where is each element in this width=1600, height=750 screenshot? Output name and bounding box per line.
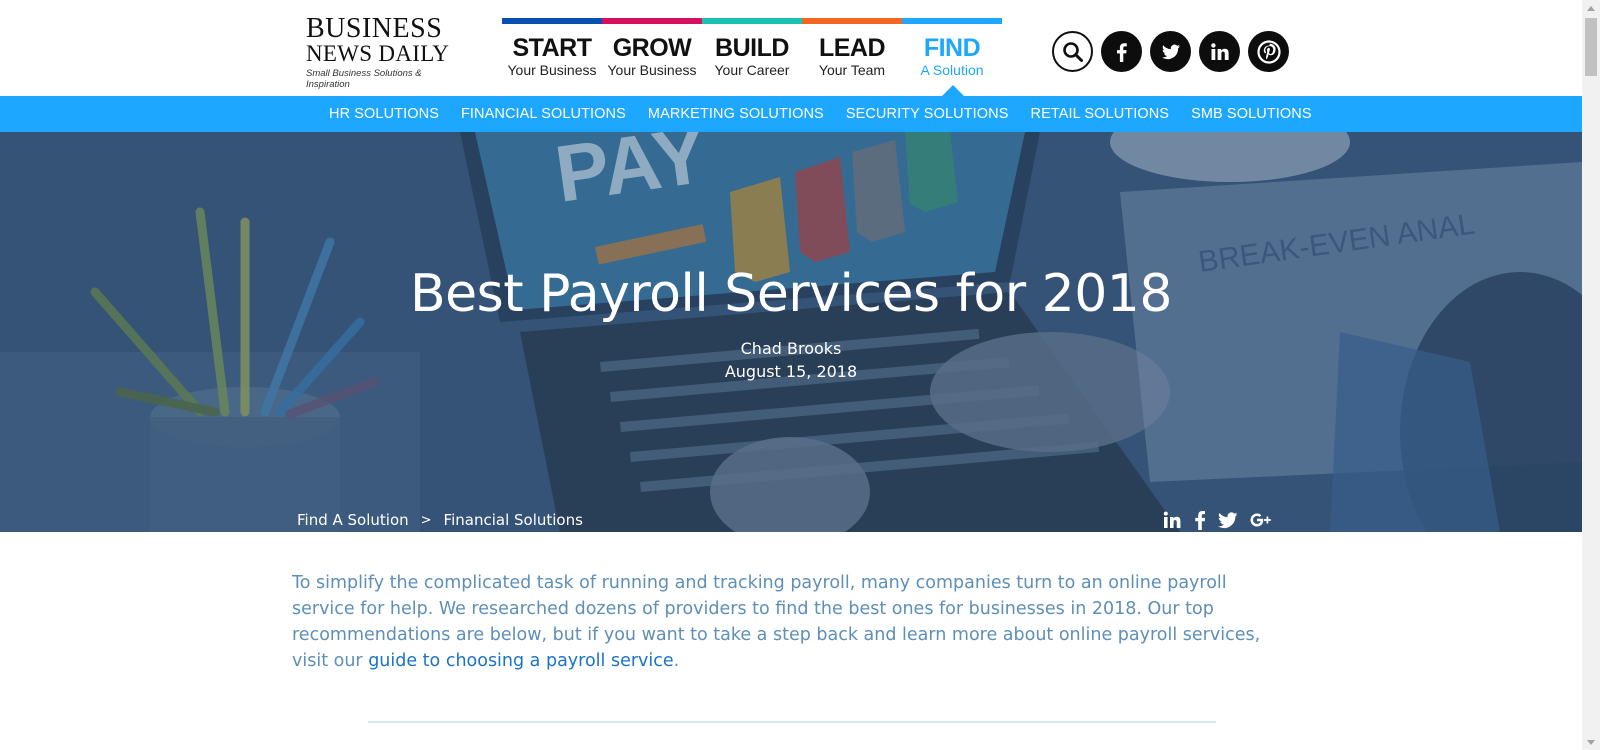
nav-tab-subtitle: A Solution — [920, 62, 984, 78]
twitter-icon — [1218, 512, 1238, 529]
nav-tab-lead[interactable]: LEAD Your Team — [802, 18, 902, 80]
payroll-guide-link[interactable]: guide to choosing a payroll service — [368, 651, 673, 671]
article-author[interactable]: Chad Brooks — [0, 339, 1582, 358]
nav-tab-title: BUILD — [715, 34, 789, 62]
breadcrumb-financial-solutions[interactable]: Financial Solutions — [444, 511, 583, 529]
scroll-down-button[interactable] — [1582, 734, 1600, 750]
pinterest-icon — [1256, 39, 1281, 64]
breadcrumb-separator: > — [420, 512, 432, 528]
nav-tab-color-bar — [502, 18, 602, 24]
share-facebook[interactable] — [1194, 510, 1206, 530]
linkedin-icon — [1163, 511, 1181, 528]
share-linkedin[interactable] — [1163, 511, 1182, 529]
pinterest-link[interactable] — [1248, 31, 1289, 72]
search-icon — [1062, 41, 1083, 62]
solutions-subnav: HR SOLUTIONS FINANCIAL SOLUTIONS MARKETI… — [0, 96, 1582, 132]
breadcrumb-find-a-solution[interactable]: Find A Solution — [297, 511, 409, 529]
main-nav: START Your Business GROW Your Business B… — [502, 18, 1002, 96]
scroll-up-button[interactable] — [1582, 0, 1600, 16]
logo-tagline: Small Business Solutions & Inspiration — [306, 68, 422, 90]
hero-banner: PAY BREAK-EVEN ANAL Best Payroll Service… — [0, 132, 1582, 532]
intro-suffix: . — [673, 651, 680, 671]
google-plus-icon — [1250, 513, 1271, 527]
subnav-item-financial-solutions[interactable]: FINANCIAL SOLUTIONS — [450, 106, 637, 122]
nav-tab-title: GROW — [612, 34, 692, 62]
site-header: BUSINESS NEWS DAILY Small Business Solut… — [0, 0, 1582, 96]
nav-tab-title: LEAD — [818, 34, 886, 62]
nav-tab-color-bar — [602, 18, 702, 24]
nav-tab-color-bar — [802, 18, 902, 24]
subnav-item-hr-solutions[interactable]: HR SOLUTIONS — [318, 106, 450, 122]
linkedin-link[interactable] — [1199, 31, 1240, 72]
subnav-item-retail-solutions[interactable]: RETAIL SOLUTIONS — [1020, 106, 1181, 122]
scroll-up-arrow-icon — [1587, 5, 1595, 11]
share-twitter[interactable] — [1218, 511, 1238, 529]
subnav-item-security-solutions[interactable]: SECURITY SOLUTIONS — [835, 106, 1020, 122]
nav-tab-grow[interactable]: GROW Your Business — [602, 18, 702, 80]
page-scrollbar[interactable] — [1582, 0, 1600, 750]
hero-overlay — [0, 132, 1582, 532]
facebook-icon — [1195, 511, 1206, 530]
nav-tab-build[interactable]: BUILD Your Career — [702, 18, 802, 80]
header-social-links — [1052, 31, 1289, 72]
nav-tab-start[interactable]: START Your Business — [502, 18, 602, 80]
facebook-icon — [1116, 42, 1127, 62]
logo-line1: BUSINESS — [306, 13, 443, 44]
nav-tab-title: FIND — [923, 34, 981, 62]
active-tab-caret — [942, 85, 964, 96]
nav-tab-subtitle: Your Career — [714, 62, 790, 78]
nav-tab-subtitle: Your Team — [818, 62, 886, 78]
share-google-plus[interactable] — [1250, 512, 1272, 528]
section-divider — [368, 721, 1216, 723]
nav-tab-color-bar — [902, 18, 1002, 24]
article-date: August 15, 2018 — [724, 362, 858, 381]
search-button[interactable] — [1052, 31, 1093, 72]
nav-tab-title: START — [512, 34, 592, 62]
breadcrumb: Find A Solution > Financial Solutions — [297, 511, 583, 529]
share-links — [1163, 510, 1272, 530]
facebook-link[interactable] — [1101, 31, 1142, 72]
article-title: Best Payroll Services for 2018 — [410, 264, 1172, 324]
scroll-down-arrow-icon — [1587, 739, 1595, 745]
intro-paragraph: To simplify the complicated task of runn… — [292, 570, 1282, 674]
scrollbar-thumb[interactable] — [1585, 18, 1597, 76]
logo-line2: NEWS DAILY — [306, 41, 450, 66]
subnav-item-marketing-solutions[interactable]: MARKETING SOLUTIONS — [637, 106, 835, 122]
site-logo[interactable]: BUSINESS NEWS DAILY Small Business Solut… — [306, 13, 466, 91]
linkedin-icon — [1210, 42, 1229, 60]
nav-tab-color-bar — [702, 18, 802, 24]
twitter-icon — [1161, 44, 1180, 59]
twitter-link[interactable] — [1150, 31, 1191, 72]
nav-tab-subtitle: Your Business — [607, 62, 697, 78]
nav-tab-subtitle: Your Business — [507, 62, 597, 78]
nav-tab-find[interactable]: FIND A Solution — [902, 18, 1002, 96]
subnav-item-smb-solutions[interactable]: SMB SOLUTIONS — [1180, 106, 1323, 122]
